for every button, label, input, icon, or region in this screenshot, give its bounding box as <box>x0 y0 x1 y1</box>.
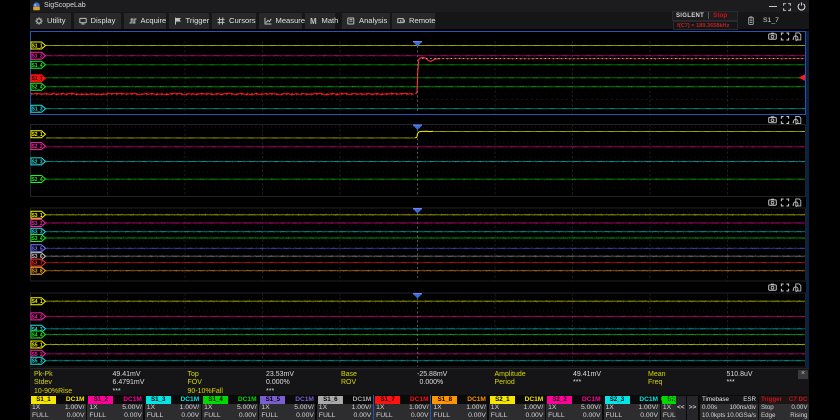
svg-text:S2_2: S2_2 <box>32 144 43 150</box>
svg-text:S2_4: S2_4 <box>32 85 43 91</box>
svg-text:S3_4: S3_4 <box>32 236 43 242</box>
svg-text:S3_7: S3_7 <box>32 261 43 267</box>
svg-text:S5_1: S5_1 <box>32 343 43 349</box>
svg-text:S5_3: S5_3 <box>32 359 43 365</box>
svg-text:S1_7: S1_7 <box>32 76 43 82</box>
svg-text:S4_1: S4_1 <box>32 299 43 305</box>
svg-text:S1_3: S1_3 <box>32 107 43 113</box>
svg-text:S2_1: S2_1 <box>32 132 43 138</box>
svg-text:S3_2: S3_2 <box>32 221 43 227</box>
svg-text:S1_4: S1_4 <box>32 63 43 69</box>
svg-text:S2_4: S2_4 <box>32 177 43 183</box>
svg-text:S2_3: S2_3 <box>32 159 43 165</box>
svg-text:S1_1: S1_1 <box>32 44 43 50</box>
svg-text:S4_4: S4_4 <box>32 333 43 339</box>
svg-text:S3_5: S3_5 <box>32 246 43 252</box>
svg-text:S3_8: S3_8 <box>32 269 43 275</box>
svg-text:M: M <box>310 17 317 25</box>
svg-text:S4_2: S4_2 <box>32 314 43 320</box>
svg-text:S1_2: S1_2 <box>32 54 43 60</box>
svg-text:S3_1: S3_1 <box>32 213 43 219</box>
